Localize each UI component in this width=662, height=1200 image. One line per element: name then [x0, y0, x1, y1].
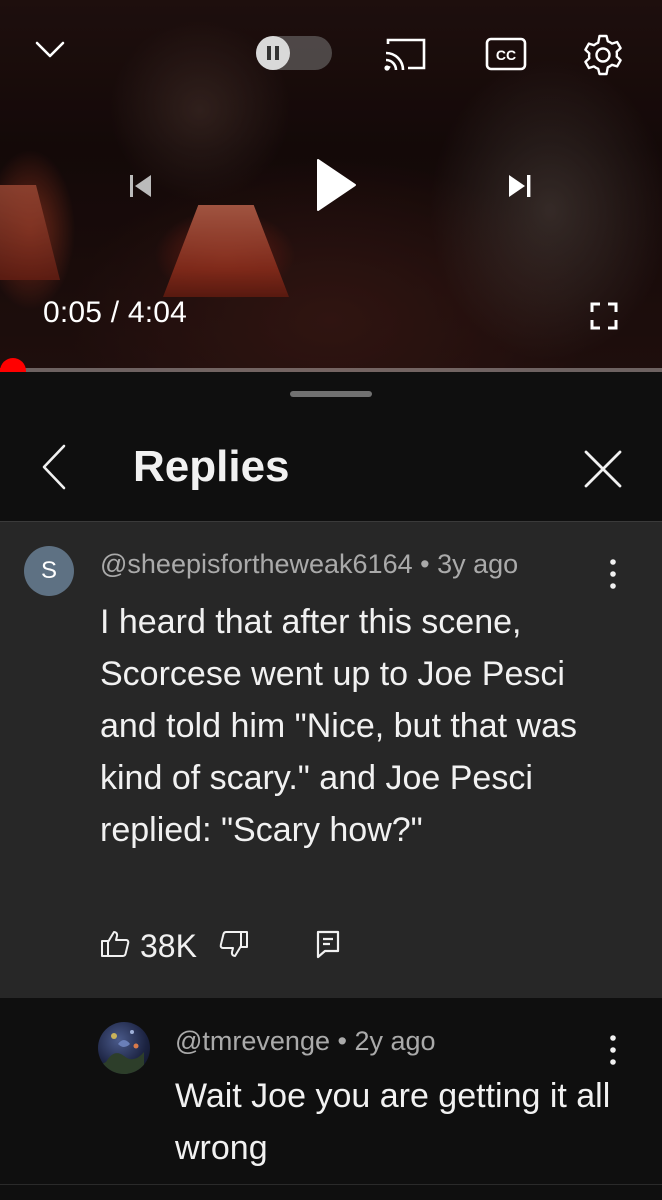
- comment-actions: 38K: [100, 926, 341, 966]
- thumbs-up-icon[interactable]: [100, 929, 130, 964]
- reply-author[interactable]: @tmrevenge: [175, 1026, 330, 1056]
- time-separator: /: [110, 296, 120, 329]
- meta-dot: •: [420, 549, 430, 579]
- avatar-letter: S: [40, 557, 57, 584]
- chevron-down-icon[interactable]: [30, 30, 70, 70]
- parent-comment: S @sheepisfortheweak6164 • 3y ago I hear…: [0, 522, 662, 998]
- drag-handle[interactable]: [290, 391, 372, 397]
- avatar[interactable]: S: [24, 546, 74, 596]
- like-count: 38K: [140, 927, 197, 964]
- autoplay-toggle[interactable]: [256, 36, 332, 70]
- replies-panel: Replies S @sheepisfortheweak6164 • 3y ag…: [0, 372, 662, 1200]
- back-button[interactable]: [38, 442, 78, 494]
- pause-icon: [256, 36, 290, 70]
- close-button[interactable]: [578, 444, 630, 496]
- chevron-left-icon: [42, 444, 66, 490]
- comment-author[interactable]: @sheepisfortheweak6164: [100, 549, 413, 579]
- video-player[interactable]: CC 0:05 / 4:04: [0, 0, 662, 372]
- meta-dot: •: [337, 1026, 347, 1056]
- next-icon[interactable]: [502, 168, 538, 204]
- settings-icon[interactable]: [580, 32, 626, 78]
- avatar[interactable]: [98, 1022, 150, 1074]
- comment-meta: @sheepisfortheweak6164 • 3y ago: [100, 549, 518, 580]
- reply-icon[interactable]: [315, 929, 341, 964]
- duration: 4:04: [127, 296, 188, 329]
- fullscreen-icon[interactable]: [586, 298, 622, 334]
- thumbs-down-icon[interactable]: [219, 929, 249, 964]
- playback-time: 0:05 / 4:04: [43, 296, 187, 330]
- bottom-divider: [0, 1184, 662, 1185]
- more-vert-icon[interactable]: [598, 556, 628, 592]
- svg-text:CC: CC: [496, 47, 516, 63]
- reply-text: Wait Joe you are getting it all wrong: [175, 1077, 611, 1167]
- panel-title: Replies: [133, 442, 290, 491]
- reply-age: 2y ago: [354, 1026, 436, 1056]
- panel-header: Replies: [0, 412, 662, 522]
- reply-meta: @tmrevenge • 2y ago: [175, 1026, 436, 1057]
- reply-comment: @tmrevenge • 2y ago Wait Joe you are get…: [0, 998, 662, 1200]
- previous-icon[interactable]: [122, 168, 158, 204]
- play-icon[interactable]: [306, 152, 366, 218]
- cast-icon[interactable]: [380, 34, 430, 74]
- current-time: 0:05: [43, 296, 103, 329]
- close-icon: [584, 450, 622, 488]
- more-vert-icon[interactable]: [598, 1032, 628, 1068]
- comment-text: I heard that after this scene, Scorcese …: [100, 603, 577, 849]
- comment-age: 3y ago: [437, 549, 519, 579]
- captions-icon[interactable]: CC: [484, 34, 528, 74]
